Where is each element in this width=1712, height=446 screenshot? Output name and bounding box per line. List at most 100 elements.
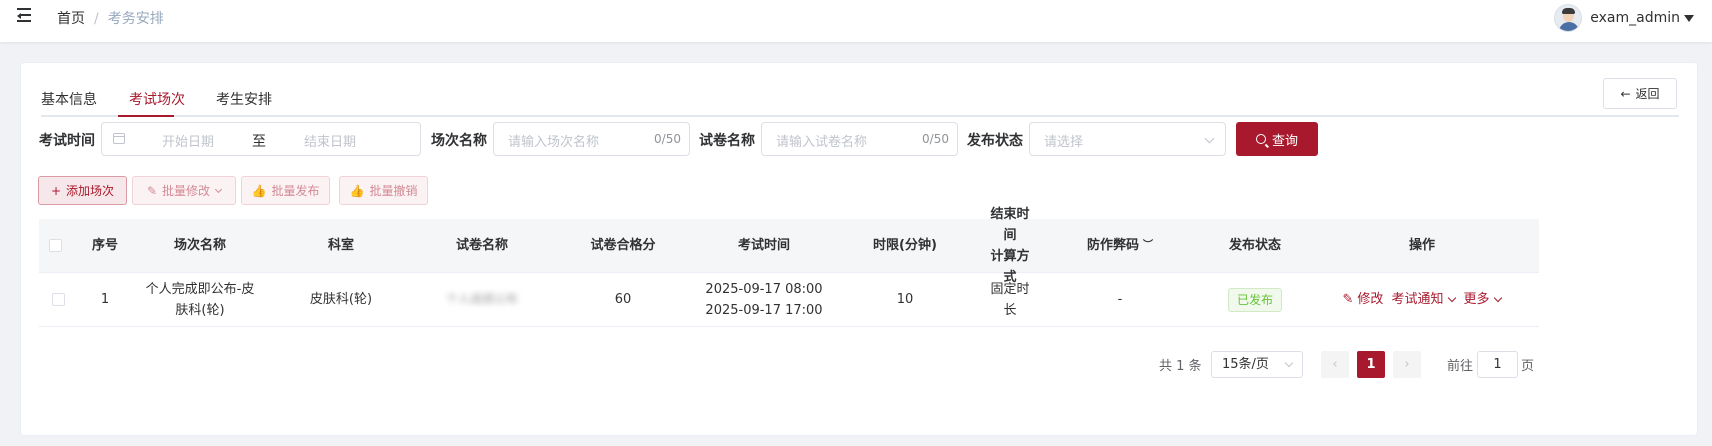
header-status: 发布状态 <box>1228 238 1281 253</box>
more-dropdown[interactable]: 更多 <box>1463 289 1503 310</box>
thumb-icon: 👍 <box>349 183 365 198</box>
publish-status-label: 发布状态 <box>967 133 1023 149</box>
goto-page-input[interactable]: 1 <box>1477 351 1518 378</box>
exam-start-time: 2025-09-17 08:00 <box>705 281 823 297</box>
user-menu[interactable]: exam_admin <box>1554 3 1694 33</box>
edit-label: 修改 <box>1357 292 1384 307</box>
next-page-button[interactable]: › <box>1393 351 1421 378</box>
pagination-total: 共 1 条 <box>1159 359 1202 374</box>
cell-pass-score: 60 <box>614 292 632 307</box>
session-name-input[interactable]: 请输入场次名称 0/50 <box>493 122 690 156</box>
paper-name-input[interactable]: 请输入试卷名称 0/50 <box>761 122 958 156</box>
tab-bar: 基本信息 考试场次 考生安排 <box>41 63 1679 117</box>
session-name-placeholder: 请输入场次名称 <box>508 135 600 150</box>
select-all-checkbox[interactable] <box>48 239 62 252</box>
edit-icon: ✎ <box>1342 292 1354 307</box>
cell-status: 已发布 <box>1205 273 1305 326</box>
header-paper-name: 试卷名称 <box>455 238 508 253</box>
paper-name-count: 0/50 <box>922 132 949 146</box>
chevron-right-icon: › <box>1404 357 1410 372</box>
page-number-button[interactable]: 1 <box>1357 351 1385 378</box>
plus-icon: + <box>50 183 62 198</box>
header-department: 科室 <box>327 238 354 253</box>
header-ops: 操作 <box>1408 238 1435 253</box>
exam-notice-dropdown[interactable]: 考试通知 <box>1391 289 1457 310</box>
content-card: 基本信息 考试场次 考生安排 ← 返回 考试时间 开始日期 至 结束日期 场次名… <box>20 62 1698 436</box>
query-label: 查询 <box>1271 133 1298 149</box>
edit-button[interactable]: ✎ 修改 <box>1343 289 1384 310</box>
batch-publish-button[interactable]: 👍 批量发布 <box>241 176 330 205</box>
header-index: 序号 <box>91 238 118 253</box>
search-icon <box>1255 134 1266 144</box>
exam-time-range-picker[interactable]: 开始日期 至 结束日期 <box>101 122 421 156</box>
cell-department: 皮肤科(轮) <box>309 292 373 307</box>
start-date-input[interactable]: 开始日期 <box>162 131 214 150</box>
session-name-label: 场次名称 <box>431 133 487 149</box>
batch-edit-label: 批量修改 <box>162 184 211 198</box>
exam-time-label: 考试时间 <box>39 133 95 149</box>
caret-down-icon[interactable] <box>1684 14 1694 22</box>
paper-name-blurred: 个人成绩公布 <box>445 292 518 306</box>
exam-notice-label: 考试通知 <box>1391 292 1444 307</box>
paper-name-label: 试卷名称 <box>699 133 755 149</box>
breadcrumb: 首页 / 考务安排 <box>57 8 164 28</box>
header-exam-time: 考试时间 <box>737 238 790 253</box>
tab-examinee-arrangement[interactable]: 考生安排 <box>216 89 272 115</box>
cell-index: 1 <box>100 292 110 307</box>
chevron-down-icon <box>1204 133 1215 144</box>
select-all-checkbox-cell <box>39 219 71 272</box>
batch-publish-label: 批量发布 <box>271 184 320 198</box>
breadcrumb-home[interactable]: 首页 <box>57 11 85 27</box>
goto-label: 前往 <box>1447 359 1474 374</box>
cell-duration: 10 <box>896 292 914 307</box>
back-label: 返回 <box>1635 87 1660 101</box>
page-size-value: 15条/页 <box>1222 357 1269 372</box>
edit-icon: ✎ <box>146 183 158 198</box>
batch-edit-button[interactable]: ✎ 批量修改 <box>132 176 236 205</box>
exam-end-time: 2025-09-17 17:00 <box>705 302 823 318</box>
row-checkbox[interactable] <box>51 293 65 306</box>
header-duration: 时限(分钟) <box>873 238 937 253</box>
end-date-input[interactable]: 结束日期 <box>304 131 356 150</box>
active-tab-indicator <box>118 115 174 117</box>
header-end-calc: 结束时间 计算方式 <box>985 207 1035 285</box>
table-header: 序号 场次名称 科室 试卷名称 试卷合格分 考试时间 时限(分钟) 结束时间 计… <box>39 207 1539 285</box>
calendar-icon <box>113 133 125 144</box>
status-badge: 已发布 <box>1227 287 1282 312</box>
prev-page-button[interactable]: ‹ <box>1321 351 1349 378</box>
batch-revoke-button[interactable]: 👍 批量撤销 <box>339 176 428 205</box>
page-size-select[interactable]: 15条/页 <box>1211 351 1303 378</box>
tab-exam-sessions[interactable]: 考试场次 <box>129 89 185 115</box>
batch-revoke-label: 批量撤销 <box>369 184 418 198</box>
username[interactable]: exam_admin <box>1590 10 1680 26</box>
publish-status-placeholder: 请选择 <box>1044 135 1084 150</box>
breadcrumb-current: 考务安排 <box>107 11 164 27</box>
header-session-name: 场次名称 <box>173 238 226 253</box>
menu-toggle-icon[interactable] <box>17 8 35 24</box>
top-navbar: 首页 / 考务安排 exam_admin <box>0 0 1712 42</box>
chevron-down-icon <box>1448 293 1457 303</box>
cell-anti-cheat: - <box>1117 292 1123 307</box>
cell-exam-time: 2025-09-17 08:00 2025-09-17 17:00 <box>703 273 825 326</box>
cell-paper-name: 个人成绩公布 <box>421 273 543 326</box>
add-session-button[interactable]: + 添加场次 <box>38 176 127 205</box>
avatar[interactable] <box>1554 4 1583 32</box>
publish-status-select[interactable]: 请选择 <box>1029 122 1226 156</box>
cell-ops: ✎ 修改 考试通知 更多 <box>1305 273 1539 326</box>
chevron-down-icon <box>1284 358 1294 368</box>
header-anti-cheat-label: 防作弊码 <box>1086 238 1139 253</box>
query-button[interactable]: 查询 <box>1236 122 1318 156</box>
tab-basic-info[interactable]: 基本信息 <box>41 89 97 115</box>
header-pass-score: 试卷合格分 <box>590 238 656 253</box>
session-name-count: 0/50 <box>654 132 681 146</box>
more-label: 更多 <box>1463 292 1490 307</box>
range-separator: 至 <box>252 134 266 150</box>
breadcrumb-separator: / <box>94 11 99 27</box>
eye-closed-icon[interactable]: ︶ <box>1143 235 1153 256</box>
thumb-up-icon: 👍 <box>251 183 267 198</box>
paper-name-placeholder: 请输入试卷名称 <box>776 135 868 150</box>
header-anti-cheat: 防作弊码 ︶ <box>1035 219 1205 272</box>
cell-end-calc: 固定时长 <box>990 281 1030 318</box>
chevron-left-icon: ‹ <box>1332 357 1338 372</box>
back-button[interactable]: ← 返回 <box>1603 78 1677 109</box>
